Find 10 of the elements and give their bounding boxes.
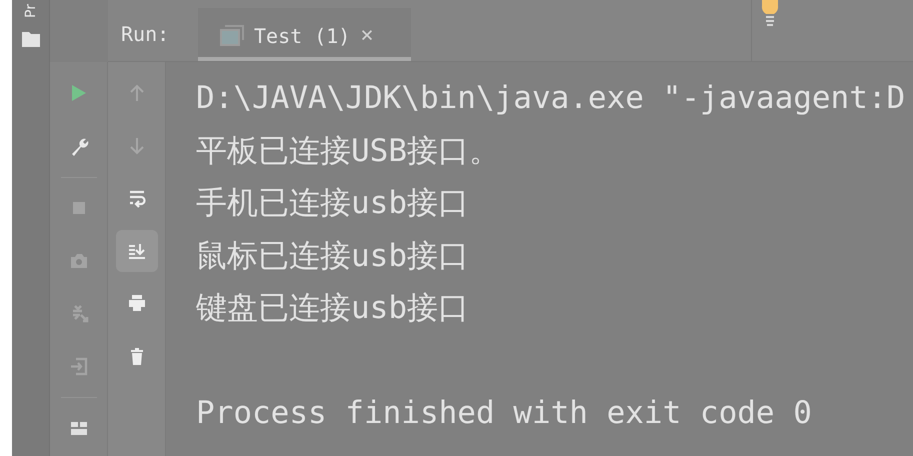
console-line: 平板已连接USB接口。: [196, 132, 501, 170]
console-line: 手机已连接usb接口: [196, 184, 470, 223]
console-line: 鼠标已连接usb接口: [196, 236, 470, 276]
close-tab-button[interactable]: ×: [360, 23, 374, 48]
project-tab-label[interactable]: Pr: [24, 4, 38, 18]
exit-message: Process finished with exit code 0: [196, 394, 813, 433]
run-label: Run:: [120, 22, 170, 46]
console-line: D:\JAVA\JDK\bin\java.exe "-javaagent:D: [196, 79, 906, 118]
console-line: 键盘已连接usb接口: [196, 289, 470, 328]
run-tab[interactable]: Test (1) ×: [198, 8, 411, 61]
